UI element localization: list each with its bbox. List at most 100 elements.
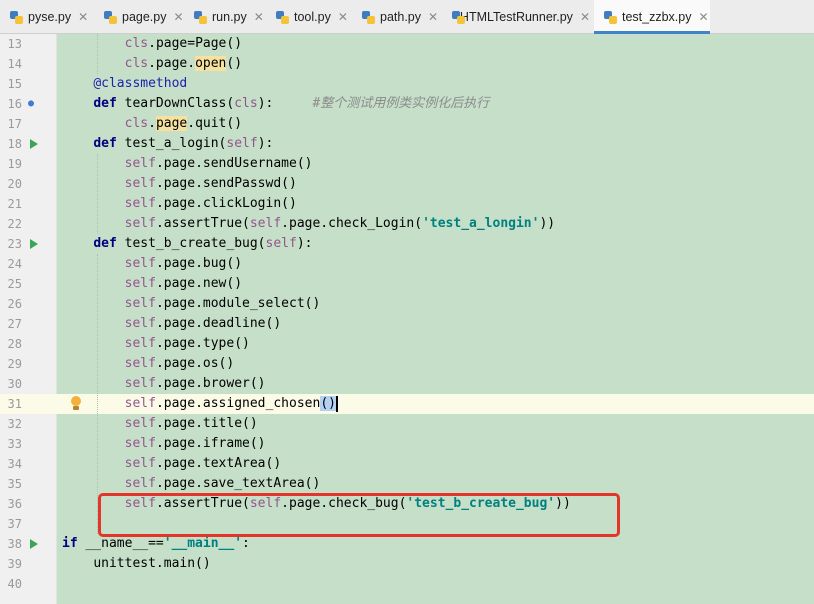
tab-htmltestrunner[interactable]: HTMLTestRunner.py ✕: [452, 0, 590, 33]
close-icon[interactable]: ✕: [338, 10, 348, 24]
code-token: self: [124, 316, 156, 331]
code-token: def: [93, 96, 117, 111]
code-text: self.page.bug(): [62, 254, 242, 274]
code-token: self: [124, 336, 156, 351]
tab-label: HTMLTestRunner.py: [459, 9, 573, 24]
run-test-icon[interactable]: [30, 239, 38, 249]
code-line[interactable]: 26 self.page.module_select(): [0, 294, 814, 314]
code-text: def tearDownClass(cls): #整个测试用例类实例化后执行: [62, 94, 489, 114]
code-line[interactable]: 34 self.page.textArea(): [0, 454, 814, 474]
code-token: '__main__': [163, 536, 243, 551]
code-line[interactable]: 24 self.page.bug(): [0, 254, 814, 274]
code-token: self: [124, 396, 156, 411]
code-token: tearDownClass(: [116, 96, 235, 111]
code-line[interactable]: 23 def test_b_create_bug(self):: [0, 234, 814, 254]
code-line[interactable]: 28 self.page.type(): [0, 334, 814, 354]
line-number: 31: [7, 397, 22, 411]
line-number: 35: [7, 477, 22, 491]
code-token: __name__==: [77, 536, 164, 551]
code-line[interactable]: 39 unittest.main(): [0, 554, 814, 574]
run-test-icon[interactable]: [30, 139, 38, 149]
code-line[interactable]: 13 cls.page=Page(): [0, 34, 814, 54]
close-icon[interactable]: ✕: [428, 10, 438, 24]
code-token: (): [226, 56, 243, 71]
code-token: cls: [234, 96, 258, 111]
code-line[interactable]: 40: [0, 574, 814, 594]
tab-page[interactable]: page.py ✕: [104, 0, 190, 33]
code-line[interactable]: 27 self.page.deadline(): [0, 314, 814, 334]
line-number: 14: [7, 57, 22, 71]
code-line[interactable]: 19 self.page.sendUsername(): [0, 154, 814, 174]
tab-path[interactable]: path.py ✕: [362, 0, 448, 33]
line-number: 16: [7, 97, 22, 111]
code-token: def: [93, 136, 117, 151]
line-number: 21: [7, 197, 22, 211]
code-token: self: [124, 356, 156, 371]
close-icon[interactable]: ✕: [78, 10, 88, 24]
code-token: ):: [296, 236, 313, 251]
code-text: def test_a_login(self):: [62, 134, 273, 154]
tab-run[interactable]: run.py ✕: [194, 0, 274, 33]
code-token: .page.sendPasswd(): [155, 176, 297, 191]
code-text: self.page.assigned_chosen(): [62, 394, 338, 414]
code-line[interactable]: 31 self.page.assigned_chosen(): [0, 394, 814, 414]
line-number: 22: [7, 217, 22, 231]
tab-test-zzbx[interactable]: test_zzbx.py ✕: [594, 0, 710, 34]
code-text: self.page.iframe(): [62, 434, 266, 454]
code-token: self: [124, 176, 156, 191]
code-line[interactable]: 18 def test_a_login(self):: [0, 134, 814, 154]
code-token: self: [124, 196, 156, 211]
close-icon[interactable]: ✕: [698, 10, 708, 24]
code-token: .: [148, 116, 156, 131]
code-line[interactable]: 22 self.assertTrue(self.page.check_Login…: [0, 214, 814, 234]
code-line[interactable]: 21 self.page.clickLogin(): [0, 194, 814, 214]
code-text: self.page.module_select(): [62, 294, 321, 314]
code-token: )): [539, 216, 556, 231]
code-token: #整个测试用例类实例化后执行: [312, 96, 490, 111]
code-token: .page.new(): [155, 276, 243, 291]
code-line[interactable]: 16 ● def tearDownClass(cls): #整个测试用例类实例化后…: [0, 94, 814, 114]
code-line[interactable]: 29 self.page.os(): [0, 354, 814, 374]
code-line[interactable]: 32 self.page.title(): [0, 414, 814, 434]
python-file-icon: [604, 10, 618, 24]
code-line[interactable]: 17 cls.page.quit(): [0, 114, 814, 134]
tab-label: run.py: [212, 9, 247, 24]
close-icon[interactable]: ✕: [580, 10, 590, 24]
line-number: 24: [7, 257, 22, 271]
code-line[interactable]: 35 self.page.save_textArea(): [0, 474, 814, 494]
close-icon[interactable]: ✕: [254, 10, 264, 24]
code-token: page=Page(): [155, 36, 243, 51]
override-marker-icon[interactable]: ●: [28, 98, 40, 110]
code-line[interactable]: 15 @classmethod: [0, 74, 814, 94]
tab-tool[interactable]: tool.py ✕: [276, 0, 358, 33]
code-token: .page.type(): [155, 336, 250, 351]
line-number: 40: [7, 577, 22, 591]
code-line[interactable]: 30 self.page.brower(): [0, 374, 814, 394]
run-test-icon[interactable]: [30, 539, 38, 549]
code-line[interactable]: 20 self.page.sendPasswd(): [0, 174, 814, 194]
code-line[interactable]: 33 self.page.iframe(): [0, 434, 814, 454]
line-number: 28: [7, 337, 22, 351]
indent-guide: [97, 34, 98, 74]
tab-pyse[interactable]: pyse.py ✕: [10, 0, 102, 33]
code-line[interactable]: 14 cls.page.open(): [0, 54, 814, 74]
code-text: self.page.deadline(): [62, 314, 282, 334]
code-token: .page.sendUsername(): [155, 156, 313, 171]
code-line[interactable]: 25 self.page.new(): [0, 274, 814, 294]
code-text: self.page.save_textArea(): [62, 474, 321, 494]
line-number: 20: [7, 177, 22, 191]
close-icon[interactable]: ✕: [173, 10, 183, 24]
tab-label: tool.py: [294, 9, 331, 24]
code-line[interactable]: 38 if __name__=='__main__':: [0, 534, 814, 554]
